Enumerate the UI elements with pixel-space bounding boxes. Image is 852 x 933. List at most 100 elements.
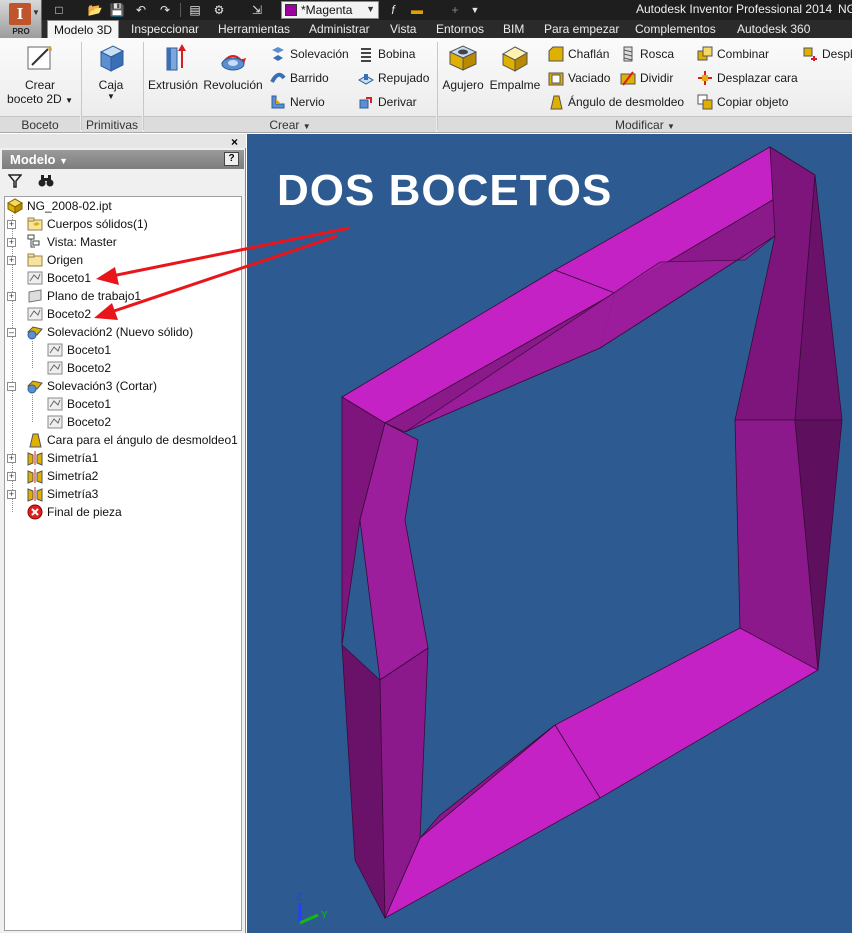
emboss-icon xyxy=(358,74,374,85)
tab-autodesk-360[interactable]: Autodesk 360 xyxy=(731,20,816,38)
derive-icon xyxy=(359,97,372,109)
new-icon[interactable]: □ xyxy=(50,2,68,18)
combine-button[interactable]: Combinar xyxy=(697,45,769,63)
browser-toolbar xyxy=(2,170,244,194)
qat-separator xyxy=(180,3,181,17)
undo-icon[interactable]: ↶ xyxy=(132,2,150,18)
select-icon[interactable]: ⇲ xyxy=(248,2,266,18)
graphics-viewport[interactable]: Z Y xyxy=(247,134,852,933)
find-binoculars-icon[interactable] xyxy=(38,174,54,188)
filter-icon[interactable] xyxy=(8,174,22,188)
expand-icon[interactable]: + xyxy=(7,256,16,265)
loft-icon xyxy=(272,47,284,61)
expand-icon[interactable]: + xyxy=(7,490,16,499)
coil-button[interactable]: Bobina xyxy=(358,45,415,63)
tab-herramientas[interactable]: Herramientas xyxy=(212,20,296,38)
tab-inspeccionar[interactable]: Inspeccionar xyxy=(125,20,205,38)
tree-item-label: NG_2008-02.ipt xyxy=(27,199,112,213)
create-sketch-label-2: boceto 2D ▼ xyxy=(4,92,76,106)
tab-administrar[interactable]: Administrar xyxy=(303,20,376,38)
cross-icon[interactable]: + xyxy=(446,2,464,18)
browser-header[interactable]: Modelo ▼ xyxy=(2,150,244,169)
sweep-button[interactable]: Barrido xyxy=(270,69,329,87)
model-tree: NG_2008-02.ipt + Cuerpos sólidos(1) + Vi… xyxy=(4,196,242,931)
shell-button[interactable]: Vaciado xyxy=(548,69,610,87)
coil-label: Bobina xyxy=(378,47,416,61)
folder-icon xyxy=(27,253,43,267)
tree-item-label: Cuerpos sólidos(1) xyxy=(47,217,148,231)
shell-label: Vaciado xyxy=(568,71,611,85)
frame-face xyxy=(554,627,819,799)
expand-icon[interactable]: + xyxy=(7,238,16,247)
tree-item-label: Simetría2 xyxy=(47,469,99,483)
tree-item-label: Boceto2 xyxy=(67,415,112,429)
panel-label-modificar[interactable]: Modificar ▼ xyxy=(438,116,852,132)
tree-item-label: Simetría1 xyxy=(47,451,99,465)
view-representation-icon xyxy=(27,234,40,248)
view-triad-icon: Z Y xyxy=(296,892,328,925)
tree-item-label: Solevación2 (Nuevo sólido) xyxy=(47,325,194,339)
loft-feature-icon xyxy=(27,326,43,340)
thread-label: Rosca xyxy=(640,47,675,61)
fillet-button[interactable]: Empalme xyxy=(488,42,542,92)
draft-angle-button[interactable]: Ángulo de desmoldeo xyxy=(548,93,684,111)
hole-button[interactable]: Agujero xyxy=(440,42,486,92)
emboss-button[interactable]: Repujado xyxy=(358,69,429,87)
expand-icon[interactable]: + xyxy=(7,454,16,463)
tab-complementos[interactable]: Complementos xyxy=(629,20,722,38)
chamfer-button[interactable]: Chaflán xyxy=(548,45,609,63)
derive-button[interactable]: Derivar xyxy=(358,93,417,111)
update-icon[interactable]: ⚙ xyxy=(210,2,228,18)
loft-button[interactable]: Solevación xyxy=(270,45,349,63)
inventor-logo-icon: I xyxy=(9,3,31,25)
tree-item-label: Boceto1 xyxy=(67,397,112,411)
hole-icon xyxy=(448,45,478,71)
properties-icon[interactable]: ▤ xyxy=(186,2,204,18)
tab-modelo-3d[interactable]: Modelo 3D xyxy=(47,20,120,39)
face-draft-icon xyxy=(29,433,42,448)
create-2d-sketch-button[interactable]: Crear boceto 2D ▼ xyxy=(4,42,76,106)
extrusion-button[interactable]: Extrusión xyxy=(146,42,200,92)
3d-model: Z Y xyxy=(296,146,843,925)
collapse-icon[interactable]: – xyxy=(7,328,16,337)
application-menu-button[interactable]: I ▼ PRO xyxy=(0,0,42,38)
fillet-icon xyxy=(501,46,529,72)
open-icon[interactable]: 📂 xyxy=(86,2,104,18)
box-button[interactable]: Caja ▼ xyxy=(88,42,134,101)
close-icon[interactable]: × xyxy=(231,135,238,149)
expand-icon[interactable]: + xyxy=(7,220,16,229)
revolution-button[interactable]: Revolución xyxy=(202,42,264,92)
panel-label-crear[interactable]: Crear ▼ xyxy=(144,116,436,132)
chevron-down-icon: ▼ xyxy=(65,96,73,105)
move-face-button[interactable]: Desplazar cara xyxy=(697,69,798,87)
panel-label-primitivas: Primitivas xyxy=(82,116,142,132)
function-icon[interactable]: f xyxy=(384,2,402,18)
rib-button[interactable]: Nervio xyxy=(270,93,325,111)
sketch-icon xyxy=(47,343,63,357)
move-bodies-button[interactable]: Despl xyxy=(802,45,852,63)
chevron-down-icon: ▼ xyxy=(32,8,40,17)
model-browser: × Modelo ▼ ? NG_2008-02.ipt + Cuerpos só… xyxy=(0,134,246,933)
tree-item-label: Simetría3 xyxy=(47,487,99,501)
color-style-select[interactable]: *Magenta ▼ xyxy=(281,1,379,19)
tab-para-empezar[interactable]: Para empezar xyxy=(538,20,625,38)
expand-icon[interactable]: + xyxy=(7,292,16,301)
redo-icon[interactable]: ↷ xyxy=(156,2,174,18)
box-label: Caja xyxy=(98,78,124,92)
thread-button[interactable]: Rosca xyxy=(620,45,674,63)
loft-feature-icon xyxy=(27,380,43,394)
split-button[interactable]: Dividir xyxy=(620,69,673,87)
line-style-icon[interactable]: ▬ xyxy=(408,2,426,18)
thread-icon xyxy=(623,46,633,62)
expand-icon[interactable]: + xyxy=(7,472,16,481)
tab-entornos[interactable]: Entornos xyxy=(430,20,490,38)
collapse-icon[interactable]: – xyxy=(7,382,16,391)
dropdown-icon[interactable]: ▼ xyxy=(466,2,484,18)
help-icon[interactable]: ? xyxy=(224,152,239,166)
save-icon[interactable]: 💾 xyxy=(108,2,126,18)
copy-object-button[interactable]: Copiar objeto xyxy=(697,93,788,111)
create-sketch-label-2-text: boceto 2D xyxy=(7,92,62,106)
tab-bim[interactable]: BIM xyxy=(497,20,530,38)
chamfer-label: Chaflán xyxy=(568,47,610,61)
tab-vista[interactable]: Vista xyxy=(384,20,422,38)
